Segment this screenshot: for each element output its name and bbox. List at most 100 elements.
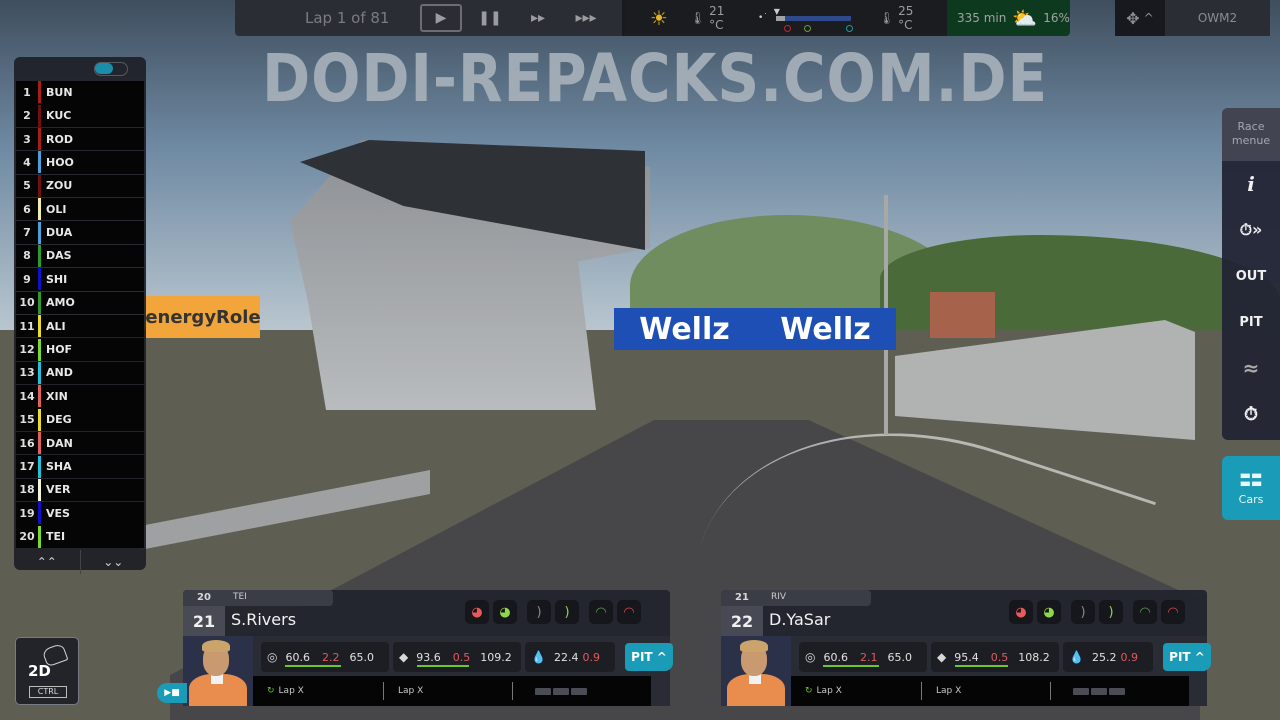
team-color [38, 221, 41, 244]
forecast-panel[interactable]: 335 min ⛅ 16% [947, 0, 1070, 36]
driver-instructions: ◕ ◕ ) ) ◠ ◠ [1009, 600, 1185, 624]
team-color [38, 104, 41, 127]
engine-mode-low-button[interactable]: ◠ [1133, 600, 1157, 624]
standings-row[interactable]: 20 TEI [16, 525, 144, 548]
fuel-delta: 0.9 [1120, 650, 1138, 664]
calm-helmet-button[interactable]: ◕ [493, 600, 517, 624]
standings-row[interactable]: 2 KUC [16, 104, 144, 127]
position: 19 [19, 506, 35, 520]
standings-row[interactable]: 12 HOF [16, 338, 144, 361]
car-panel-header: 20 TEI 21 S.Rivers ◕ ◕ ) ) ◠ ◠ [183, 590, 670, 636]
driver-code: DAN [46, 436, 73, 450]
standings-row[interactable]: 8 DAS [16, 244, 144, 268]
position: 3 [23, 132, 31, 146]
fast-forward-button[interactable]: ▸▸ [518, 4, 558, 32]
tyre-value: 60.6 [823, 650, 848, 664]
standings-row[interactable]: 19 VES [16, 502, 144, 525]
camera-button[interactable]: ▶■ [157, 683, 187, 703]
driver-code: ALI [46, 319, 66, 333]
position: 20 [19, 530, 35, 544]
settings-button[interactable]: ✥ ^ [1115, 0, 1165, 36]
fuel-delta: 0.9 [582, 650, 600, 664]
driver-code: VER [46, 483, 71, 497]
tyre-wear-low-button[interactable]: ) [527, 600, 551, 624]
standings-row[interactable]: 16 DAN [16, 431, 144, 455]
position: 1 [23, 85, 31, 99]
aggressive-helmet-button[interactable]: ◕ [465, 600, 489, 624]
info-icon: i [1247, 172, 1255, 196]
standings-row[interactable]: 7 DUA [16, 221, 144, 244]
position: 4 [23, 155, 31, 169]
team-color [38, 525, 41, 548]
track-temp-icon: 🌡 [878, 11, 895, 25]
pit-stop-button[interactable]: PIT ^ [625, 643, 673, 671]
pause-button[interactable]: ❚❚ [470, 4, 510, 32]
engine-mode-low-button[interactable]: ◠ [589, 600, 613, 624]
standings-row[interactable]: 14 XIN [16, 385, 144, 408]
driver-code: HOO [46, 155, 74, 169]
tyre-marker [783, 24, 791, 32]
helmet-timer-button[interactable]: ⏱ [1222, 391, 1280, 437]
tyre-wear-low-button[interactable]: ) [1071, 600, 1095, 624]
standings-row[interactable]: 9 SHI [16, 268, 144, 291]
engine-mode-high-button[interactable]: ◠ [1161, 600, 1185, 624]
engine-max: 109.2 [480, 650, 512, 664]
engine-mode-high-button[interactable]: ◠ [617, 600, 641, 624]
sector-3 [1109, 687, 1125, 695]
engine-stat: ◆ 93.6 0.5 109.2 [393, 642, 521, 672]
standings-row[interactable]: 3 ROD [16, 127, 144, 151]
calm-helmet-button[interactable]: ◕ [1037, 600, 1061, 624]
standings-row[interactable]: 15 DEG [16, 408, 144, 431]
scroll-up-button[interactable]: ⌃⌃ [14, 549, 81, 574]
best-lap-value: Lap X [816, 686, 842, 696]
standings-row[interactable]: 4 HOO [16, 151, 144, 174]
last-lap: Lap X [922, 686, 1050, 696]
air-temp-value: 21 °C [709, 4, 725, 32]
standings-row[interactable]: 1 BUN [16, 81, 144, 104]
team-color [38, 151, 41, 174]
lap-times: ↻ Lap X Lap X [253, 676, 651, 706]
view-2d-label: 2D [28, 662, 51, 680]
position: 11 [19, 319, 35, 333]
sun-icon: ☀ [650, 6, 668, 30]
standings-row[interactable]: 13 AND [16, 361, 144, 385]
standings-row[interactable]: 6 OLI [16, 197, 144, 221]
standings-row[interactable]: 17 SHA [16, 455, 144, 478]
tyre-icon: ◎ [267, 650, 278, 664]
air-temperature: 🌡 21 °C [690, 4, 736, 32]
engine-max: 108.2 [1018, 650, 1050, 664]
position: 16 [19, 436, 35, 450]
view-2d-button[interactable]: 2D CTRL [15, 637, 79, 705]
rain-chance: 16% [1043, 11, 1070, 25]
engine-stat: ◆ 95.4 0.5 108.2 [931, 642, 1059, 672]
tyre-delta: 2.2 [321, 650, 340, 664]
cars-button[interactable]: ▬▬ ▬▬ Cars [1222, 456, 1280, 520]
track-map-button[interactable]: ≈ [1222, 345, 1280, 391]
car-stats: ◎ 60.6 2.1 65.0 ◆ 95.4 0.5 108.2 💧 25.2 … [791, 636, 1211, 706]
out-button[interactable]: OUT [1222, 253, 1280, 299]
team-color [38, 361, 41, 384]
standings-row[interactable]: 5 ZOU [16, 174, 144, 198]
aggressive-helmet-button[interactable]: ◕ [1009, 600, 1033, 624]
team-color [38, 432, 41, 455]
standings-row[interactable]: 10 AMO [16, 291, 144, 315]
tyre-wear-high-button[interactable]: ) [1099, 600, 1123, 624]
standings-row[interactable]: 11 ALI [16, 314, 144, 338]
tyre-bar [285, 665, 341, 667]
fastest-forward-button[interactable]: ▸▸▸ [566, 4, 606, 32]
tyre-wear-high-button[interactable]: ) [555, 600, 579, 624]
car-panel: 20 TEI 21 S.Rivers ◕ ◕ ) ) ◠ ◠ ◎ 60.6 2.… [183, 590, 673, 706]
stopwatch-forward-icon: ⏱» [1239, 220, 1263, 239]
stopwatch-forward-button[interactable]: ⏱» [1222, 207, 1280, 253]
pit-stop-button[interactable]: PIT ^ [1163, 643, 1211, 671]
standings-toggle[interactable] [94, 62, 128, 76]
scroll-down-button[interactable]: ⌄⌄ [81, 550, 147, 574]
driver-name: S.Rivers [231, 610, 297, 629]
position: 6 [23, 202, 31, 216]
info-button[interactable]: i [1222, 161, 1280, 207]
play-button[interactable]: ▶ [420, 4, 462, 32]
driver-instructions: ◕ ◕ ) ) ◠ ◠ [465, 600, 641, 624]
sector-3 [571, 687, 587, 695]
standings-row[interactable]: 18 VER [16, 478, 144, 502]
pit-button[interactable]: PIT [1222, 299, 1280, 345]
